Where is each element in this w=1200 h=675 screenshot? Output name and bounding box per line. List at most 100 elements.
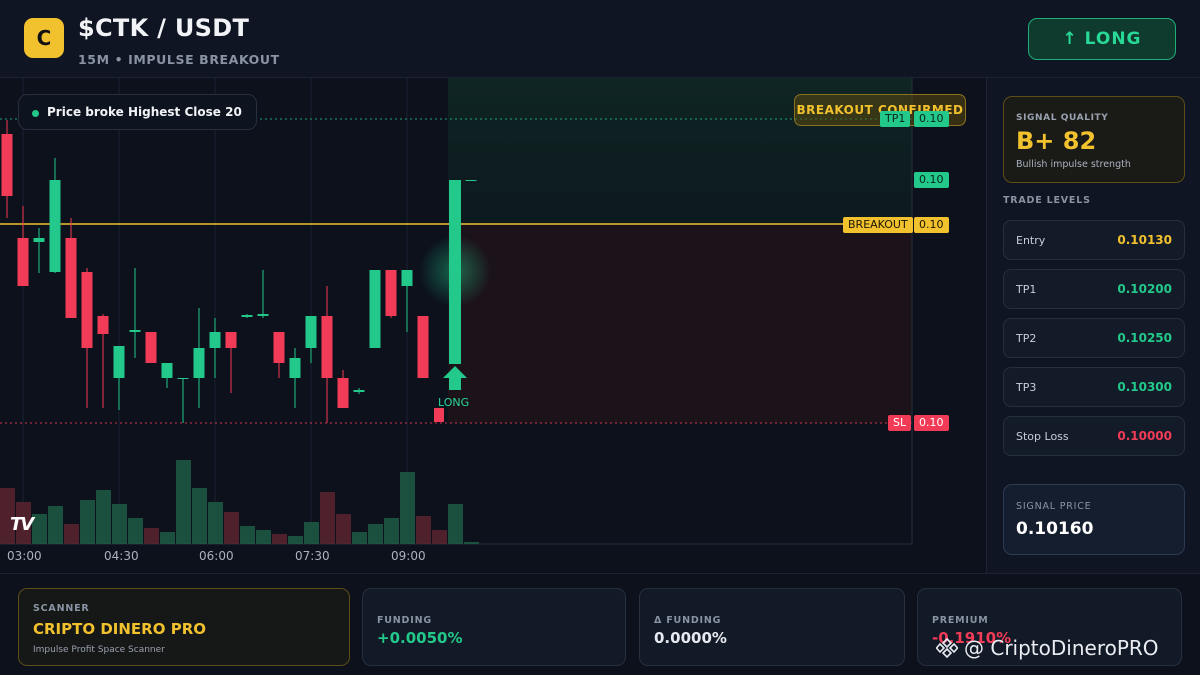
candle-body: [49, 180, 61, 272]
candle-body: [177, 378, 189, 379]
trade-level-value: 0.10300: [1117, 380, 1172, 394]
volume-bar: [432, 530, 447, 544]
sl-marker: [434, 408, 444, 422]
volume-bar: [128, 518, 143, 544]
trade-level-stop-loss: Stop Loss 0.10000: [1003, 416, 1185, 456]
tradingview-logo-icon: TV: [10, 514, 34, 535]
long-button[interactable]: ↑ LONG: [1028, 18, 1176, 60]
candle-body: [1, 134, 13, 196]
funding-label: FUNDING: [377, 615, 432, 626]
volume-bar: [160, 532, 175, 544]
volume-bar: [144, 528, 159, 544]
volume-bar: [96, 490, 111, 544]
candle-body: [353, 390, 365, 392]
volume-bar: [272, 534, 287, 544]
volume-bar: [384, 518, 399, 544]
signal-price-card: SIGNAL PRICE 0.10160: [1003, 484, 1185, 555]
trade-level-label: Entry: [1016, 233, 1046, 247]
signal-sidebar: SIGNAL QUALITY B+ 82 Bullish impulse str…: [986, 78, 1200, 573]
candle-body: [257, 314, 269, 316]
scanner-desc: Impulse Profit Space Scanner: [33, 645, 165, 655]
volume-bar: [288, 536, 303, 544]
footer-stats: SCANNER CRIPTO DINERO PRO Impulse Profit…: [0, 573, 1200, 675]
volume-bar: [208, 502, 223, 544]
candle-body: [449, 180, 461, 364]
trade-level-tp2: TP2 0.10250: [1003, 318, 1185, 358]
sl-value-tag: 0.10: [914, 415, 949, 431]
volume-bar: [64, 524, 79, 544]
price-chart[interactable]: Price broke Highest Close 20 BREAKOUT CO…: [0, 78, 985, 573]
scanner-label: SCANNER: [33, 603, 90, 614]
volume-bar: [320, 492, 335, 544]
tp1-tag: TP1: [880, 111, 911, 127]
time-label-2: 06:00: [199, 549, 234, 563]
candle-body: [273, 332, 285, 363]
time-label-1: 04:30: [104, 549, 139, 563]
signal-price-label: SIGNAL PRICE: [1016, 501, 1092, 512]
chart-canvas[interactable]: [0, 78, 985, 573]
signal-quality-label: SIGNAL QUALITY: [1016, 113, 1109, 123]
funding-value: +0.0050%: [377, 629, 463, 647]
header: C $CTK / USDT 15M • IMPULSE BREAKOUT ↑ L…: [0, 0, 1200, 78]
trade-level-value: 0.10250: [1117, 331, 1172, 345]
trade-level-value: 0.10000: [1117, 429, 1172, 443]
delta-funding-label: Δ FUNDING: [654, 615, 722, 626]
binance-icon: [936, 637, 958, 659]
candle-body: [33, 238, 45, 242]
breakout-tag: BREAKOUT: [843, 217, 913, 233]
volume-bar: [32, 514, 47, 544]
candle-body: [241, 315, 253, 317]
trade-levels-heading: TRADE LEVELS: [1003, 195, 1091, 206]
candle-body: [129, 330, 141, 332]
candle-body: [465, 180, 477, 181]
stop-loss-zone: [448, 224, 912, 423]
volume-bar: [192, 488, 207, 544]
watermark-text: @ CriptoDineroPRO: [964, 636, 1159, 660]
volume-bar: [256, 530, 271, 544]
breakout-value-tag: 0.10: [914, 217, 949, 233]
price-note-text: Price broke Highest Close 20: [47, 105, 242, 119]
candle-body: [113, 346, 125, 378]
volume-bar: [224, 512, 239, 544]
volume-bar: [368, 524, 383, 544]
candle-body: [305, 316, 317, 348]
candle-body: [417, 316, 429, 378]
time-label-3: 07:30: [295, 549, 330, 563]
current-price-tag: 0.10: [914, 172, 949, 188]
volume-bar: [240, 526, 255, 544]
volume-bar: [112, 504, 127, 544]
trade-level-label: TP1: [1016, 282, 1037, 296]
status-dot-icon: [32, 110, 39, 117]
candle-body: [225, 332, 237, 348]
candle-body: [161, 363, 173, 378]
candle-body: [289, 358, 301, 378]
trade-level-label: Stop Loss: [1016, 429, 1069, 443]
volume-bar: [464, 542, 479, 544]
candle-body: [17, 238, 29, 286]
trade-level-label: TP3: [1016, 380, 1037, 394]
volume-bar: [448, 504, 463, 544]
pair-title: $CTK / USDT: [78, 14, 250, 42]
candle-body: [337, 378, 349, 408]
candle-body: [209, 332, 221, 348]
tp1-value-tag: 0.10: [914, 111, 949, 127]
long-marker-label: LONG: [438, 396, 470, 409]
candle-body: [81, 272, 93, 348]
candle-body: [401, 270, 413, 286]
trade-level-tp3: TP3 0.10300: [1003, 367, 1185, 407]
coin-logo: C: [24, 18, 64, 58]
signal-quality-desc: Bullish impulse strength: [1016, 159, 1131, 170]
volume-bar: [336, 514, 351, 544]
volume-bar: [176, 460, 191, 544]
delta-funding-value: 0.0000%: [654, 629, 727, 647]
candle-body: [145, 332, 157, 363]
time-label-4: 09:00: [391, 549, 426, 563]
scanner-card: SCANNER CRIPTO DINERO PRO Impulse Profit…: [18, 588, 350, 666]
time-label-0: 03:00: [7, 549, 42, 563]
trade-level-tp1: TP1 0.10200: [1003, 269, 1185, 309]
signal-quality-value: B+ 82: [1016, 127, 1097, 155]
candle-body: [193, 348, 205, 378]
trade-level-value: 0.10200: [1117, 282, 1172, 296]
volume-bar: [48, 506, 63, 544]
candle-body: [321, 316, 333, 378]
